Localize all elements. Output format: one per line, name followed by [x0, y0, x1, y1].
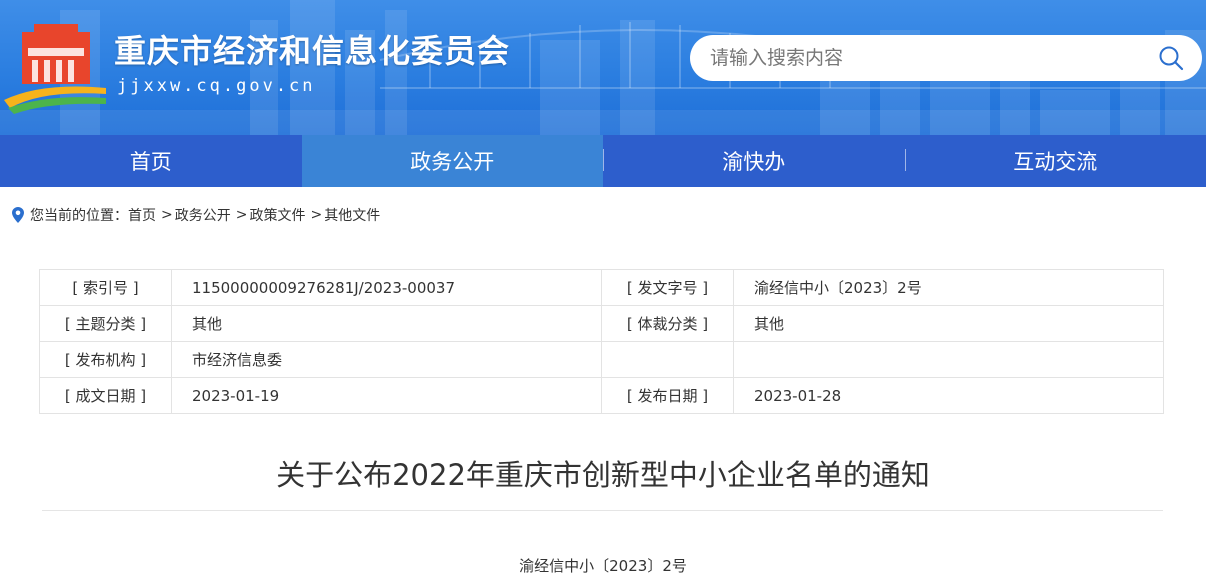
meta-value: 其他: [171, 305, 602, 342]
document-meta-table: [ 索引号 ] 11500000009276281J/2023-00037 [ …: [39, 269, 1164, 414]
table-row: [ 成文日期 ] 2023-01-19 [ 发布日期 ] 2023-01-28: [39, 377, 1164, 414]
table-row: [ 发布机构 ] 市经济信息委: [39, 341, 1164, 378]
breadcrumb-link-gov-affairs[interactable]: 政务公开: [175, 205, 231, 225]
meta-value: 渝经信中小〔2023〕2号: [733, 269, 1164, 306]
breadcrumb-link-other-docs[interactable]: 其他文件: [324, 205, 380, 225]
meta-value: 市经济信息委: [171, 341, 602, 378]
table-row: [ 索引号 ] 11500000009276281J/2023-00037 [ …: [39, 269, 1164, 306]
site-domain: jjxxw.cq.gov.cn: [117, 76, 316, 96]
breadcrumb-prefix: 您当前的位置：: [30, 208, 128, 224]
document-title: 关于公布2022年重庆市创新型中小企业名单的通知: [276, 458, 930, 492]
nav-item-label: 互动交流: [1013, 150, 1098, 174]
meta-key: [601, 341, 734, 378]
site-header: 重庆市经济和信息化委员会 jjxxw.cq.gov.cn: [0, 0, 1206, 135]
search-box: [690, 35, 1202, 81]
main-nav: 首页 政务公开 渝快办 互动交流: [0, 135, 1206, 187]
nav-item-gov-affairs[interactable]: 政务公开: [301, 135, 603, 187]
search-input[interactable]: [690, 35, 1130, 81]
nav-item-label: 渝快办: [722, 150, 786, 174]
meta-key: [ 体裁分类 ]: [601, 305, 734, 342]
breadcrumb-link-home[interactable]: 首页: [128, 205, 156, 225]
search-icon[interactable]: [1158, 45, 1184, 71]
nav-divider: [904, 149, 906, 171]
meta-key: [ 索引号 ]: [39, 269, 172, 306]
meta-value: [733, 341, 1164, 378]
location-pin-icon: [12, 207, 24, 223]
nav-item-label: 政务公开: [410, 150, 495, 174]
meta-value: 2023-01-19: [171, 377, 602, 414]
nav-divider: [603, 149, 604, 171]
nav-item-yukuaiban[interactable]: 渝快办: [603, 135, 905, 187]
breadcrumb: 您当前的位置： 首页 > 政务公开 > 政策文件 > 其他文件: [12, 205, 380, 225]
nav-item-home[interactable]: 首页: [0, 135, 302, 187]
table-row: [ 主题分类 ] 其他 [ 体裁分类 ] 其他: [39, 305, 1164, 342]
meta-key: [ 主题分类 ]: [39, 305, 172, 342]
meta-value: 11500000009276281J/2023-00037: [171, 269, 602, 306]
title-divider: [42, 510, 1163, 511]
breadcrumb-separator: >: [161, 207, 173, 223]
breadcrumb-separator: >: [235, 207, 248, 223]
document-number: 渝经信中小〔2023〕2号: [519, 557, 687, 575]
breadcrumb-separator: >: [310, 207, 323, 223]
breadcrumb-link-policy-docs[interactable]: 政策文件: [249, 205, 305, 225]
site-title[interactable]: 重庆市经济和信息化委员会: [114, 26, 510, 72]
meta-value: 2023-01-28: [733, 377, 1164, 414]
meta-key: [ 发布机构 ]: [39, 341, 172, 378]
nav-item-label: 首页: [129, 150, 172, 174]
meta-key: [ 发布日期 ]: [601, 377, 734, 414]
meta-value: 其他: [733, 305, 1164, 342]
site-logo: [4, 24, 106, 114]
nav-item-interaction[interactable]: 互动交流: [904, 135, 1206, 187]
meta-key: [ 成文日期 ]: [39, 377, 172, 414]
meta-key: [ 发文字号 ]: [601, 269, 734, 306]
